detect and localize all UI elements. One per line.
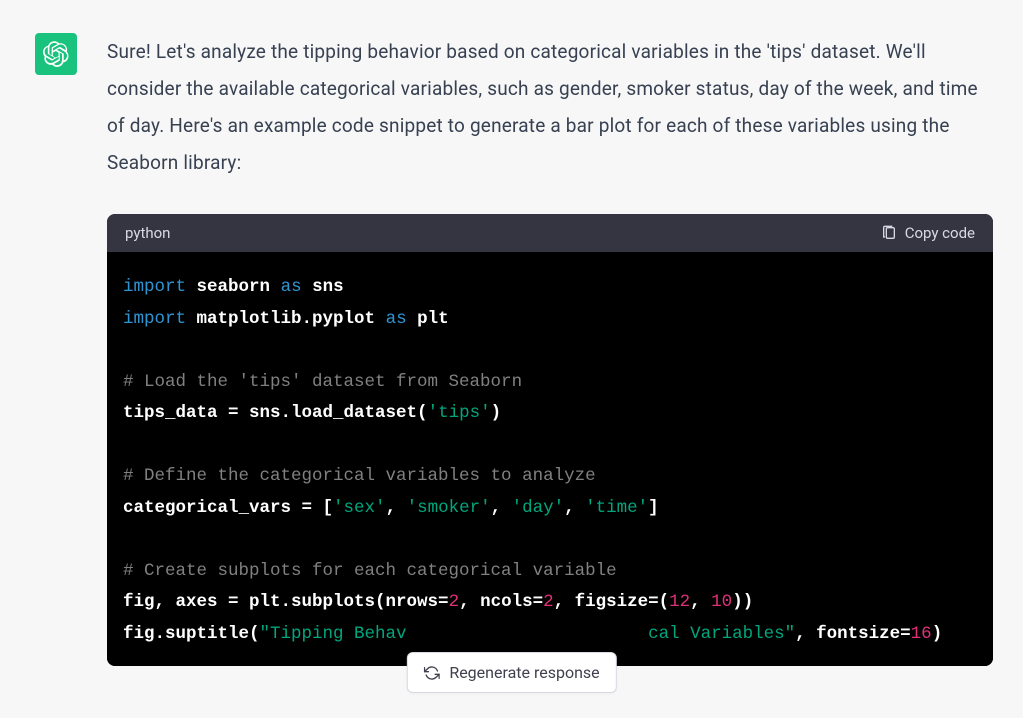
clipboard-icon — [881, 224, 897, 242]
assistant-message-text: Sure! Let's analyze the tipping behavior… — [107, 33, 993, 181]
regenerate-response-button[interactable]: Regenerate response — [406, 652, 616, 693]
refresh-icon — [423, 665, 439, 681]
copy-code-button[interactable]: Copy code — [881, 224, 975, 242]
openai-logo-icon — [43, 41, 69, 67]
assistant-avatar — [35, 33, 77, 75]
code-block: python Copy code import seaborn as sns i… — [107, 214, 993, 666]
regenerate-label: Regenerate response — [449, 663, 599, 682]
code-header: python Copy code — [107, 214, 993, 252]
code-language-label: python — [125, 224, 170, 242]
code-content: import seaborn as sns import matplotlib.… — [107, 252, 993, 666]
copy-code-label: Copy code — [905, 224, 975, 242]
